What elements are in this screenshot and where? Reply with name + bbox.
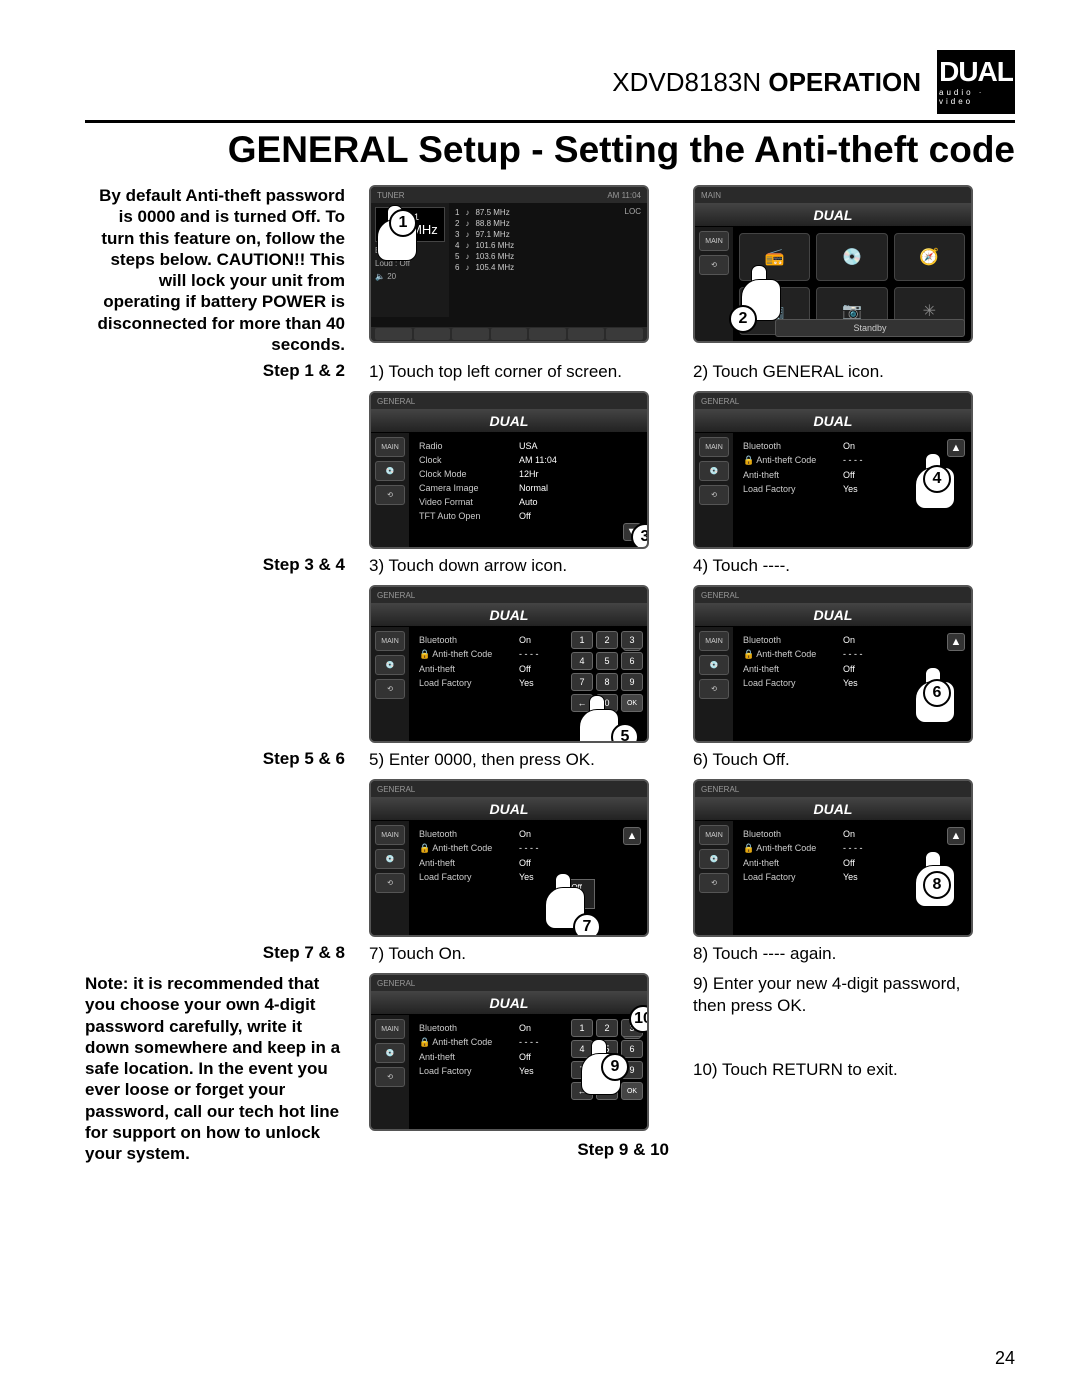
keypad: 123 456 789 ←0OK <box>571 631 643 712</box>
screenshot-step5: GENERAL DUAL MAIN💿⟲ ▲ BluetoothOn Anti-t… <box>369 585 649 743</box>
model-number: XDVD8183N <box>612 67 761 97</box>
caption-5: 5) Enter 0000, then press OK. <box>369 749 669 771</box>
step-badge-4: 4 <box>923 465 951 493</box>
note-text: Note: it is recommended that you choose … <box>85 973 345 1164</box>
screenshot-step3: GENERAL DUAL MAIN💿⟲ RadioUSA ClockAM 11:… <box>369 391 649 549</box>
caption-2: 2) Touch GENERAL icon. <box>693 361 993 383</box>
off-on-popup: Off On <box>558 879 595 909</box>
intro-text: By default Anti-theft password is 0000 a… <box>85 185 345 355</box>
screenshot-step2: MAIN DUAL MAIN ⟲ 📻 💿 🧭 📺 📷 ✳ Standby 2 <box>693 185 973 343</box>
screenshot-step9-10: GENERAL DUAL MAIN💿⟲ ▲ BluetoothOn Anti-t… <box>369 973 649 1131</box>
step-badge-7: 7 <box>573 913 601 937</box>
page-header: XDVD8183N OPERATION DUAL audio · video <box>85 50 1015 114</box>
dual-logo: DUAL audio · video <box>937 50 1015 114</box>
logo-sub-text: audio · video <box>939 88 1013 106</box>
preset-list: 1♪87.5 MHz 2♪88.8 MHz 3♪97.1 MHz 4♪101.6… <box>449 203 647 317</box>
header-title: XDVD8183N OPERATION <box>612 67 921 98</box>
step-label-34: Step 3 & 4 <box>85 555 345 579</box>
step-label-78: Step 7 & 8 <box>85 943 345 967</box>
step-badge-3: 3 <box>631 523 649 549</box>
step-badge-10: 10 <box>629 1005 649 1033</box>
caption-8: 8) Touch ---- again. <box>693 943 993 965</box>
screenshot-step6: GENERAL DUAL MAIN💿⟲ ▲ BluetoothOn Anti-t… <box>693 585 973 743</box>
screenshot-step8: GENERAL DUAL MAIN💿⟲ ▲ BluetoothOn Anti-t… <box>693 779 973 937</box>
screenshot-step1: TUNERAM 11:04 FM1 97.1 MHz EQ : User Lou… <box>369 185 649 343</box>
general-icon: 📻 <box>739 233 810 281</box>
up-arrow-icon: ▲ <box>947 439 965 457</box>
caption-7: 7) Touch On. <box>369 943 669 965</box>
caption-10: 10) Touch RETURN to exit. <box>693 1059 993 1081</box>
logo-main-text: DUAL <box>939 58 1013 86</box>
caption-4: 4) Touch ----. <box>693 555 993 577</box>
page-title: GENERAL Setup - Setting the Anti-theft c… <box>85 129 1015 171</box>
step-badge-2: 2 <box>729 305 757 333</box>
step-badge-9: 9 <box>601 1053 629 1081</box>
step-label-910: Step 9 & 10 <box>369 1140 669 1164</box>
step-badge-6: 6 <box>923 679 951 707</box>
caption-3: 3) Touch down arrow icon. <box>369 555 669 577</box>
screenshot-step4: GENERAL DUAL MAIN💿⟲ ▲ BluetoothOn Anti-t… <box>693 391 973 549</box>
content-grid: By default Anti-theft password is 0000 a… <box>85 185 1015 1164</box>
step-badge-5: 5 <box>611 723 639 743</box>
caption-1: 1) Touch top left corner of screen. <box>369 361 669 383</box>
screenshot-step7: GENERAL DUAL MAIN💿⟲ ▲ BluetoothOn Anti-t… <box>369 779 649 937</box>
header-rule <box>85 120 1015 123</box>
step-badge-1: 1 <box>389 209 417 237</box>
operation-word: OPERATION <box>768 67 921 97</box>
step-label-12: Step 1 & 2 <box>85 361 345 385</box>
caption-9: 9) Enter your new 4-digit password, then… <box>693 973 993 1017</box>
page-number: 24 <box>995 1348 1015 1369</box>
caption-6: 6) Touch Off. <box>693 749 993 771</box>
step-badge-8: 8 <box>923 871 951 899</box>
step-label-56: Step 5 & 6 <box>85 749 345 773</box>
